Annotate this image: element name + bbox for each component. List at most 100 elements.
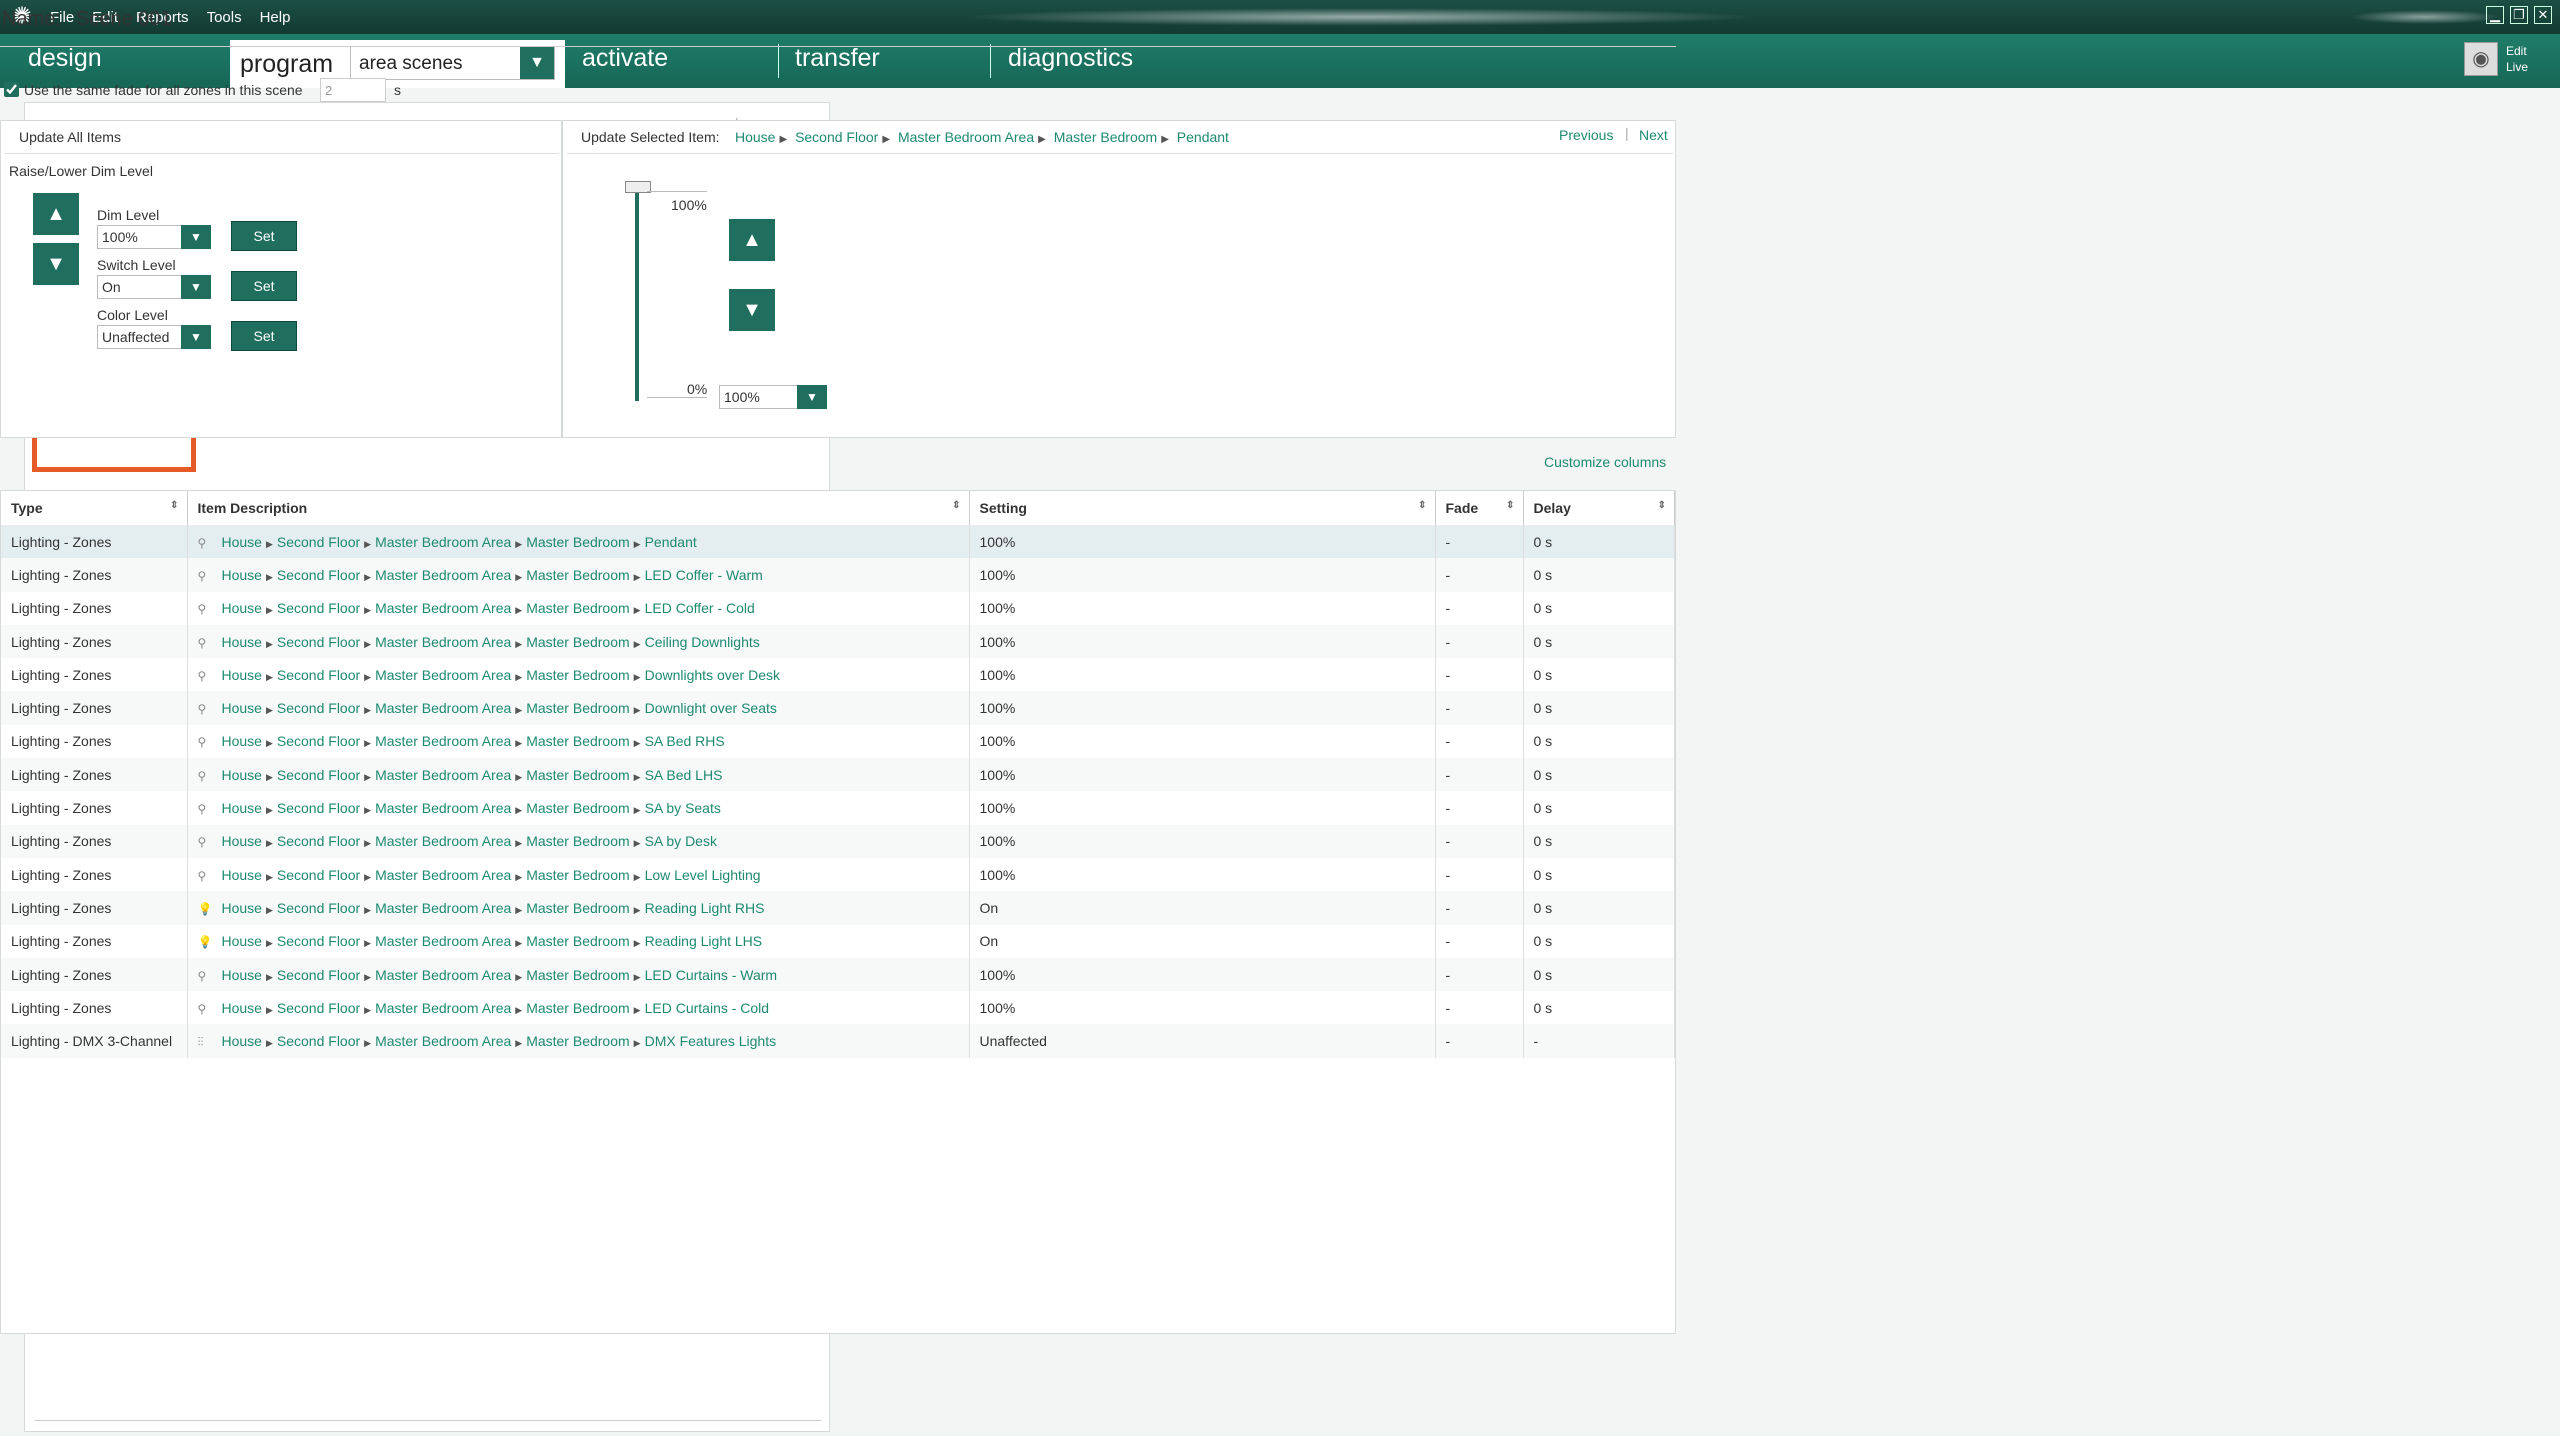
set-color-button[interactable]: Set: [231, 321, 297, 351]
table-row[interactable]: Lighting - Zones ⚲ House ▶ Second Floor ▶ Mast…: [1, 658, 1675, 692]
breadcrumb-item[interactable]: Master Bedroom: [526, 867, 629, 883]
tab-transfer[interactable]: transfer: [795, 44, 880, 73]
cell-setting[interactable]: 100%: [969, 957, 1436, 992]
breadcrumb-item[interactable]: House: [222, 900, 262, 916]
cell-fade[interactable]: -: [1435, 724, 1524, 759]
cell-fade[interactable]: -: [1435, 591, 1524, 625]
cell-fade[interactable]: -: [1435, 691, 1524, 725]
sort-icon[interactable]: ⇕: [952, 500, 960, 511]
item-name[interactable]: Reading Light LHS: [645, 933, 763, 949]
breadcrumb-item[interactable]: Master Bedroom: [526, 1000, 629, 1016]
item-name[interactable]: DMX Features Lights: [645, 1033, 777, 1049]
breadcrumb-item[interactable]: Second Floor: [277, 833, 360, 849]
table-row[interactable]: Lighting - Zones ⚲ House ▶ Second Floor ▶ Mast…: [1, 991, 1675, 1025]
breadcrumb-item[interactable]: Second Floor: [277, 600, 360, 616]
breadcrumb-item[interactable]: Master Bedroom Area: [375, 1033, 511, 1049]
switch-level-select[interactable]: On ▼: [97, 275, 211, 299]
breadcrumb-item[interactable]: Master Bedroom Area: [375, 967, 511, 983]
breadcrumb-item[interactable]: Master Bedroom Area: [375, 933, 511, 949]
set-dim-button[interactable]: Set: [231, 221, 297, 251]
breadcrumb-item[interactable]: Master Bedroom: [526, 700, 629, 716]
breadcrumb-item[interactable]: House: [222, 800, 262, 816]
breadcrumb-item[interactable]: Master Bedroom: [526, 567, 629, 583]
breadcrumb-item[interactable]: Master Bedroom Area: [375, 700, 511, 716]
item-name[interactable]: SA Bed LHS: [645, 767, 723, 783]
breadcrumb-item[interactable]: House: [222, 767, 262, 783]
breadcrumb-item[interactable]: House: [735, 129, 775, 145]
breadcrumb-item[interactable]: Master Bedroom Area: [375, 600, 511, 616]
cell-fade[interactable]: -: [1435, 525, 1524, 559]
cell-setting[interactable]: 100%: [969, 991, 1436, 1025]
restore-button[interactable]: ❐: [2510, 6, 2528, 24]
cell-delay[interactable]: 0 s: [1523, 891, 1675, 925]
cell-setting[interactable]: 100%: [969, 691, 1436, 725]
edit-live-button[interactable]: ◉ Edit Live: [2464, 40, 2554, 80]
breadcrumb-item[interactable]: Master Bedroom: [526, 900, 629, 916]
cell-setting[interactable]: 100%: [969, 658, 1436, 692]
cell-fade[interactable]: -: [1435, 891, 1524, 925]
cell-item-description[interactable]: ⚲ House ▶ Second Floor ▶ Master Bedroom Area ▶…: [187, 558, 970, 592]
table-row[interactable]: Lighting - Zones ⚲ House ▶ Second Floor ▶ Mast…: [1, 525, 1675, 559]
table-row[interactable]: Lighting - Zones ⚲ House ▶ Second Floor ▶ Mast…: [1, 591, 1675, 625]
breadcrumb-item[interactable]: Master Bedroom Area: [375, 1000, 511, 1016]
table-row[interactable]: Lighting - Zones ⚲ House ▶ Second Floor ▶ Mast…: [1, 724, 1675, 759]
set-switch-button[interactable]: Set: [231, 271, 297, 301]
breadcrumb-item[interactable]: Second Floor: [277, 767, 360, 783]
breadcrumb-item[interactable]: Master Bedroom: [1054, 129, 1157, 145]
cell-fade[interactable]: -: [1435, 924, 1524, 958]
table-row[interactable]: Lighting - Zones ⚲ House ▶ Second Floor ▶ Mast…: [1, 624, 1675, 659]
breadcrumb-item[interactable]: House: [222, 867, 262, 883]
tab-diagnostics[interactable]: diagnostics: [1008, 44, 1133, 73]
breadcrumb-item[interactable]: House: [222, 1000, 262, 1016]
item-name[interactable]: Low Level Lighting: [645, 867, 761, 883]
col-type[interactable]: Type ⇕: [1, 491, 188, 525]
cell-delay[interactable]: 0 s: [1523, 658, 1675, 692]
breadcrumb-item[interactable]: Master Bedroom Area: [375, 900, 511, 916]
cell-item-description[interactable]: ⚲ House ▶ Second Floor ▶ Master Bedroom Area ▶…: [187, 691, 970, 725]
breadcrumb-item[interactable]: Master Bedroom: [526, 667, 629, 683]
cell-item-description[interactable]: ⚲ House ▶ Second Floor ▶ Master Bedroom Area ▶…: [187, 591, 970, 625]
menu-help[interactable]: Help: [260, 9, 291, 26]
breadcrumb-item[interactable]: Second Floor: [277, 667, 360, 683]
breadcrumb-item[interactable]: Second Floor: [277, 567, 360, 583]
breadcrumb-item[interactable]: Master Bedroom: [526, 733, 629, 749]
cell-delay[interactable]: 0 s: [1523, 824, 1675, 858]
breadcrumb-item[interactable]: Master Bedroom: [526, 600, 629, 616]
breadcrumb-item[interactable]: Master Bedroom Area: [375, 833, 511, 849]
breadcrumb-item[interactable]: Pendant: [1177, 129, 1229, 145]
cell-item-description[interactable]: ⚲ House ▶ Second Floor ▶ Master Bedroom Area ▶…: [187, 724, 970, 759]
breadcrumb-item[interactable]: Master Bedroom Area: [375, 800, 511, 816]
cell-item-description[interactable]: ⚲ House ▶ Second Floor ▶ Master Bedroom Area ▶…: [187, 824, 970, 858]
cell-item-description[interactable]: 💡 House ▶ Second Floor ▶ Master Bedroom Area ▶…: [187, 891, 970, 925]
breadcrumb-item[interactable]: Master Bedroom Area: [375, 567, 511, 583]
breadcrumb-item[interactable]: Master Bedroom: [526, 967, 629, 983]
breadcrumb-item[interactable]: Master Bedroom Area: [898, 129, 1034, 145]
cell-delay[interactable]: 0 s: [1523, 758, 1675, 792]
breadcrumb-item[interactable]: Second Floor: [277, 733, 360, 749]
item-name[interactable]: Pendant: [645, 534, 697, 550]
same-fade-checkbox[interactable]: [4, 82, 19, 97]
breadcrumb-item[interactable]: Second Floor: [795, 129, 878, 145]
table-row[interactable]: Lighting - Zones ⚲ House ▶ Second Floor ▶ Mast…: [1, 824, 1675, 858]
breadcrumb-item[interactable]: Second Floor: [277, 900, 360, 916]
cell-delay[interactable]: -: [1523, 1024, 1675, 1058]
color-level-select[interactable]: Unaffected ▼: [97, 325, 211, 349]
cell-fade[interactable]: -: [1435, 558, 1524, 592]
breadcrumb-item[interactable]: Second Floor: [277, 700, 360, 716]
item-name[interactable]: SA by Desk: [645, 833, 717, 849]
cell-item-description[interactable]: ⚲ House ▶ Second Floor ▶ Master Bedroom Area ▶…: [187, 758, 970, 792]
cell-setting[interactable]: 100%: [969, 525, 1436, 559]
breadcrumb-item[interactable]: Master Bedroom: [526, 833, 629, 849]
cell-setting[interactable]: Unaffected: [969, 1024, 1436, 1058]
breadcrumb-item[interactable]: Master Bedroom Area: [375, 867, 511, 883]
breadcrumb-item[interactable]: Second Floor: [277, 534, 360, 550]
breadcrumb-item[interactable]: Second Floor: [277, 1033, 360, 1049]
table-row[interactable]: Lighting - Zones 💡 House ▶ Second Floor ▶ Mast…: [1, 891, 1675, 925]
cell-item-description[interactable]: ⚲ House ▶ Second Floor ▶ Master Bedroom Area ▶…: [187, 957, 970, 992]
cell-item-description[interactable]: ⚲ House ▶ Second Floor ▶ Master Bedroom Area ▶…: [187, 624, 970, 659]
cell-item-description[interactable]: ⚲ House ▶ Second Floor ▶ Master Bedroom Area ▶…: [187, 658, 970, 692]
breadcrumb-item[interactable]: Master Bedroom: [526, 634, 629, 650]
table-row[interactable]: Lighting - Zones 💡 House ▶ Second Floor ▶ Mast…: [1, 924, 1675, 958]
cell-setting[interactable]: 100%: [969, 724, 1436, 759]
next-item-link[interactable]: Next: [1639, 127, 1668, 143]
